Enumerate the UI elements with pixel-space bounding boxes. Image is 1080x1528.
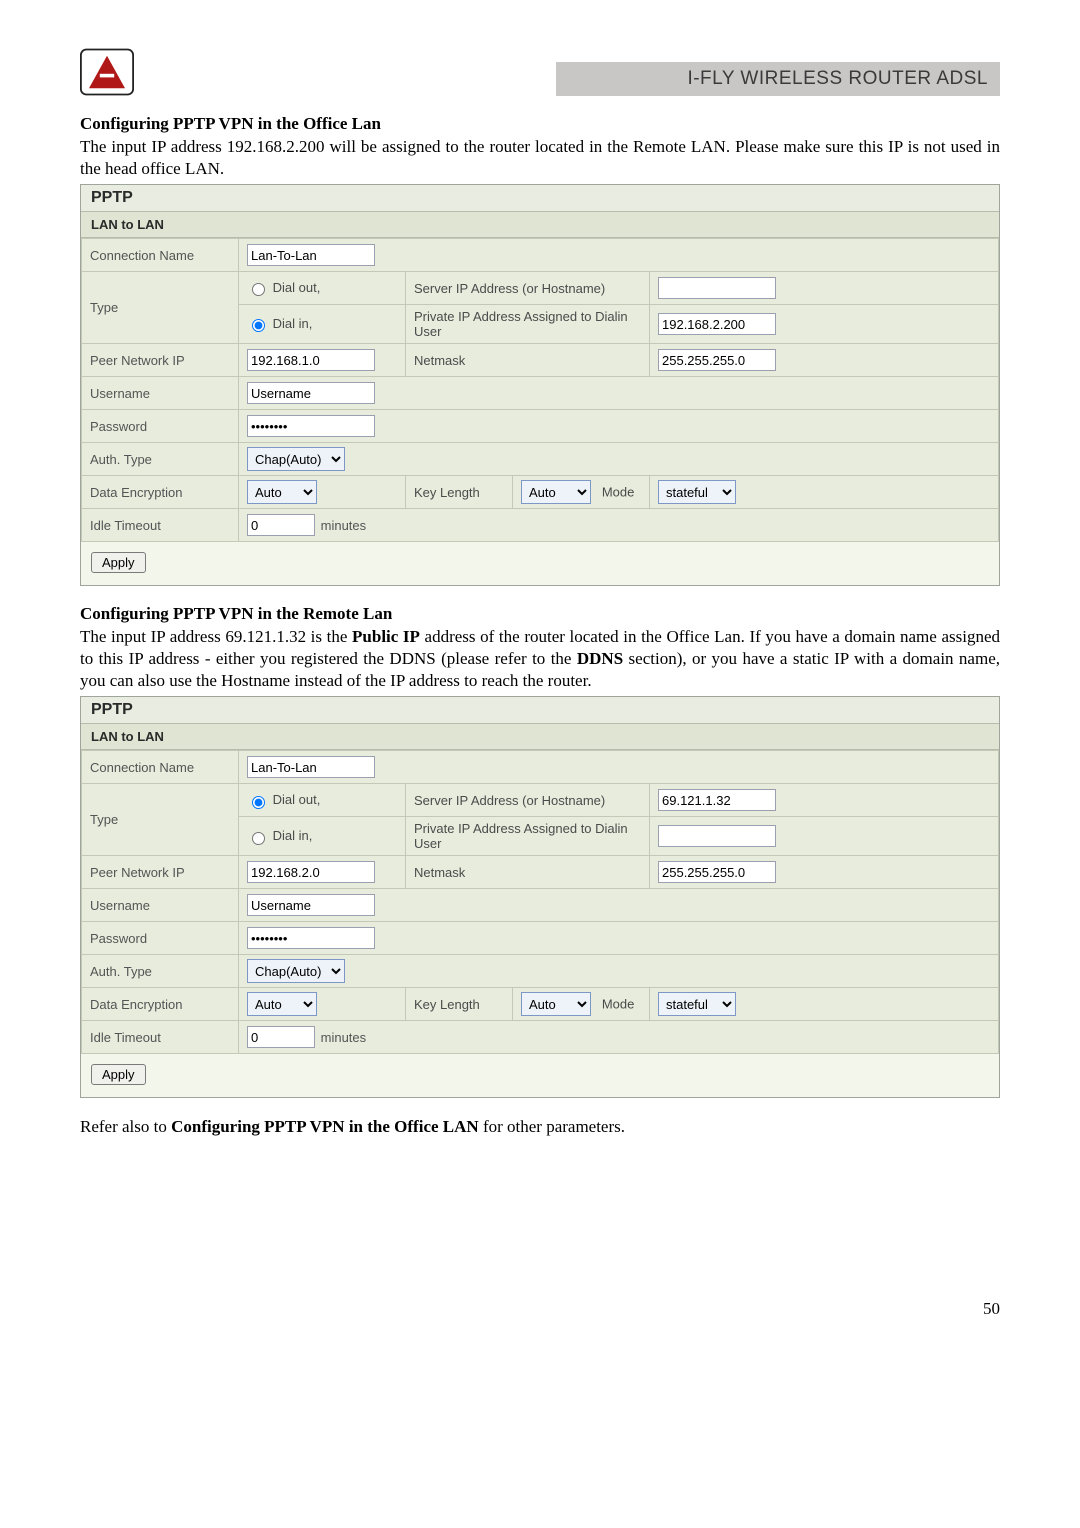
brand-logo (80, 48, 134, 96)
idle-timeout-input[interactable] (247, 1026, 315, 1048)
page-number: 50 (80, 1299, 1000, 1319)
panel-title: PPTP (81, 697, 999, 724)
label-mode: Mode (602, 485, 635, 500)
label-private-ip: Private IP Address Assigned to Dialin Us… (406, 305, 650, 344)
apply-button[interactable]: Apply (91, 552, 146, 573)
label-connection-name: Connection Name (82, 239, 239, 272)
label-netmask: Netmask (406, 856, 650, 889)
label-username: Username (82, 889, 239, 922)
key-length-select[interactable]: Auto (521, 480, 591, 504)
label-key-length: Key Length (406, 476, 513, 509)
dial-out-radio[interactable] (252, 283, 265, 296)
netmask-input[interactable] (658, 349, 776, 371)
dial-out-label: Dial out, (273, 280, 321, 295)
label-password: Password (82, 410, 239, 443)
label-type: Type (82, 784, 239, 856)
connection-name-input[interactable] (247, 756, 375, 778)
remote-pptp-panel: PPTP LAN to LAN Connection Name Type Dia… (80, 696, 1000, 1098)
idle-timeout-input[interactable] (247, 514, 315, 536)
server-ip-input[interactable] (658, 789, 776, 811)
data-encryption-select[interactable]: Auto (247, 480, 317, 504)
label-data-encryption: Data Encryption (82, 988, 239, 1021)
mode-select[interactable]: stateful (658, 992, 736, 1016)
office-heading: Configuring PPTP VPN in the Office Lan (80, 114, 1000, 134)
dial-in-label: Dial in, (273, 316, 313, 331)
minutes-label: minutes (321, 1030, 367, 1045)
panel-subtitle: LAN to LAN (81, 212, 999, 238)
label-auth-type: Auth. Type (82, 955, 239, 988)
peer-network-input[interactable] (247, 349, 375, 371)
apply-button[interactable]: Apply (91, 1064, 146, 1085)
private-ip-input[interactable] (658, 825, 776, 847)
label-type: Type (82, 272, 239, 344)
dial-in-radio[interactable] (252, 319, 265, 332)
label-key-length: Key Length (406, 988, 513, 1021)
dial-in-label: Dial in, (273, 828, 313, 843)
dial-out-radio[interactable] (252, 796, 265, 809)
label-password: Password (82, 922, 239, 955)
label-username: Username (82, 377, 239, 410)
peer-network-input[interactable] (247, 861, 375, 883)
label-netmask: Netmask (406, 344, 650, 377)
minutes-label: minutes (321, 518, 367, 533)
remote-heading: Configuring PPTP VPN in the Remote Lan (80, 604, 1000, 624)
netmask-input[interactable] (658, 861, 776, 883)
password-input[interactable] (247, 927, 375, 949)
mode-select[interactable]: stateful (658, 480, 736, 504)
data-encryption-select[interactable]: Auto (247, 992, 317, 1016)
label-server-ip: Server IP Address (or Hostname) (406, 272, 650, 305)
panel-subtitle: LAN to LAN (81, 724, 999, 750)
panel-title: PPTP (81, 185, 999, 212)
label-idle-timeout: Idle Timeout (82, 509, 239, 542)
label-server-ip: Server IP Address (or Hostname) (406, 784, 650, 817)
auth-type-select[interactable]: Chap(Auto) (247, 959, 345, 983)
label-private-ip: Private IP Address Assigned to Dialin Us… (406, 817, 650, 856)
footer-refer: Refer also to Configuring PPTP VPN in th… (80, 1116, 1000, 1138)
label-idle-timeout: Idle Timeout (82, 1021, 239, 1054)
label-auth-type: Auth. Type (82, 443, 239, 476)
server-ip-input[interactable] (658, 277, 776, 299)
product-title: I-FLY WIRELESS ROUTER ADSL (556, 62, 1000, 96)
label-mode: Mode (602, 997, 635, 1012)
connection-name-input[interactable] (247, 244, 375, 266)
dial-out-label: Dial out, (273, 792, 321, 807)
private-ip-input[interactable] (658, 313, 776, 335)
key-length-select[interactable]: Auto (521, 992, 591, 1016)
office-pptp-panel: PPTP LAN to LAN Connection Name Type Dia… (80, 184, 1000, 586)
label-data-encryption: Data Encryption (82, 476, 239, 509)
dial-in-radio[interactable] (252, 832, 265, 845)
username-input[interactable] (247, 382, 375, 404)
password-input[interactable] (247, 415, 375, 437)
remote-paragraph: The input IP address 69.121.1.32 is the … (80, 626, 1000, 692)
label-connection-name: Connection Name (82, 751, 239, 784)
username-input[interactable] (247, 894, 375, 916)
label-peer-network: Peer Network IP (82, 856, 239, 889)
auth-type-select[interactable]: Chap(Auto) (247, 447, 345, 471)
page-header: I-FLY WIRELESS ROUTER ADSL (80, 48, 1000, 96)
office-paragraph: The input IP address 192.168.2.200 will … (80, 136, 1000, 180)
label-peer-network: Peer Network IP (82, 344, 239, 377)
